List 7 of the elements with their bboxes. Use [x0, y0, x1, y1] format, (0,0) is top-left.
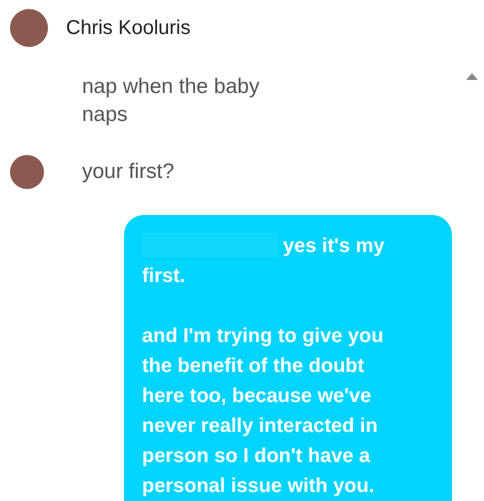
scroll-up-arrow-icon[interactable]: [466, 73, 478, 80]
contact-name: Chris Kooluris: [66, 16, 190, 40]
avatar-photo-placeholder: [10, 9, 48, 47]
message-text: your first?: [82, 159, 176, 185]
message-text: nap when the baby naps: [82, 74, 260, 128]
message-text: yes it's my first.: [142, 232, 386, 289]
message-text: and I'm trying to give you the benefit of the doubt here too, because we've never really interacted in person so I don't have a personal issue with you.: [142, 324, 384, 499]
